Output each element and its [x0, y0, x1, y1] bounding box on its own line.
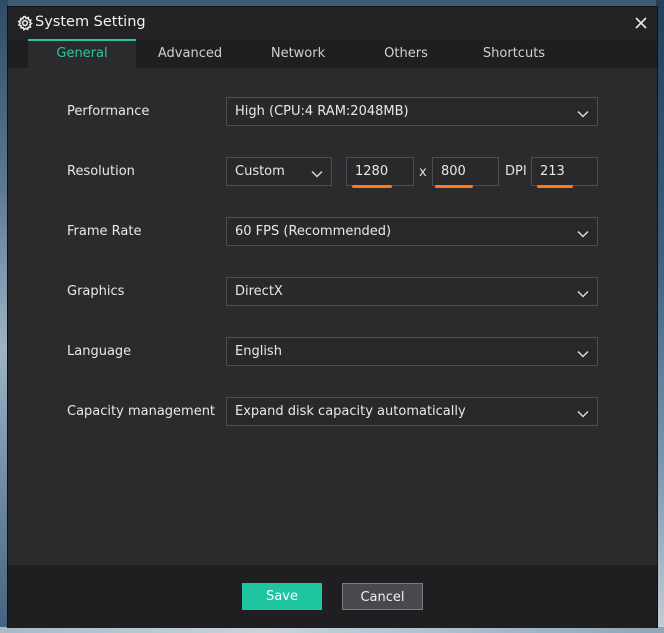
frame-rate-select[interactable]: 60 FPS (Recommended): [226, 217, 598, 246]
tab-advanced[interactable]: Advanced: [136, 39, 244, 68]
chevron-down-icon: [577, 107, 589, 118]
tab-bar: General Advanced Network Others Shortcut…: [8, 39, 657, 68]
resolution-label: Resolution: [67, 164, 135, 179]
resolution-width-input[interactable]: 1280: [346, 157, 414, 186]
gear-icon: [17, 15, 33, 31]
capacity-management-select[interactable]: Expand disk capacity automatically: [226, 397, 598, 426]
height-highlight-mark: [435, 185, 473, 188]
graphics-value: DirectX: [235, 284, 283, 299]
chevron-down-icon: [577, 227, 589, 238]
resolution-separator: x: [419, 165, 427, 180]
capacity-management-value: Expand disk capacity automatically: [235, 404, 466, 419]
save-button[interactable]: Save: [242, 583, 322, 610]
close-icon[interactable]: [634, 15, 648, 29]
chevron-down-icon: [311, 167, 323, 178]
chevron-down-icon: [577, 347, 589, 358]
tab-others[interactable]: Others: [352, 39, 460, 68]
graphics-label: Graphics: [67, 284, 125, 299]
title-bar: System Setting: [8, 7, 657, 39]
chevron-down-icon: [577, 287, 589, 298]
dpi-input[interactable]: 213: [531, 157, 598, 186]
resolution-height-input[interactable]: 800: [432, 157, 499, 186]
performance-label: Performance: [67, 104, 150, 119]
language-value: English: [235, 344, 282, 359]
frame-rate-value: 60 FPS (Recommended): [235, 224, 392, 239]
resolution-height-value: 800: [441, 164, 466, 179]
performance-select[interactable]: High (CPU:4 RAM:2048MB): [226, 97, 598, 126]
dpi-label: DPI: [505, 164, 527, 179]
performance-value: High (CPU:4 RAM:2048MB): [235, 104, 409, 119]
cancel-button[interactable]: Cancel: [342, 583, 423, 610]
chevron-down-icon: [577, 407, 589, 418]
frame-rate-label: Frame Rate: [67, 224, 142, 239]
graphics-select[interactable]: DirectX: [226, 277, 598, 306]
resolution-width-value: 1280: [355, 164, 389, 179]
capacity-management-label: Capacity management: [67, 404, 216, 419]
language-select[interactable]: English: [226, 337, 598, 366]
tab-shortcuts[interactable]: Shortcuts: [460, 39, 568, 68]
system-setting-dialog: System Setting General Advanced Network …: [7, 6, 658, 628]
language-label: Language: [67, 344, 132, 359]
dpi-value: 213: [540, 164, 565, 179]
dialog-footer: Save Cancel: [8, 565, 657, 628]
resolution-mode-value: Custom: [235, 164, 285, 179]
resolution-mode-select[interactable]: Custom: [226, 157, 332, 186]
dpi-highlight-mark: [537, 185, 573, 188]
tab-network[interactable]: Network: [244, 39, 352, 68]
tab-general[interactable]: General: [28, 39, 136, 68]
width-highlight-mark: [352, 185, 392, 188]
window-title: System Setting: [35, 14, 146, 30]
